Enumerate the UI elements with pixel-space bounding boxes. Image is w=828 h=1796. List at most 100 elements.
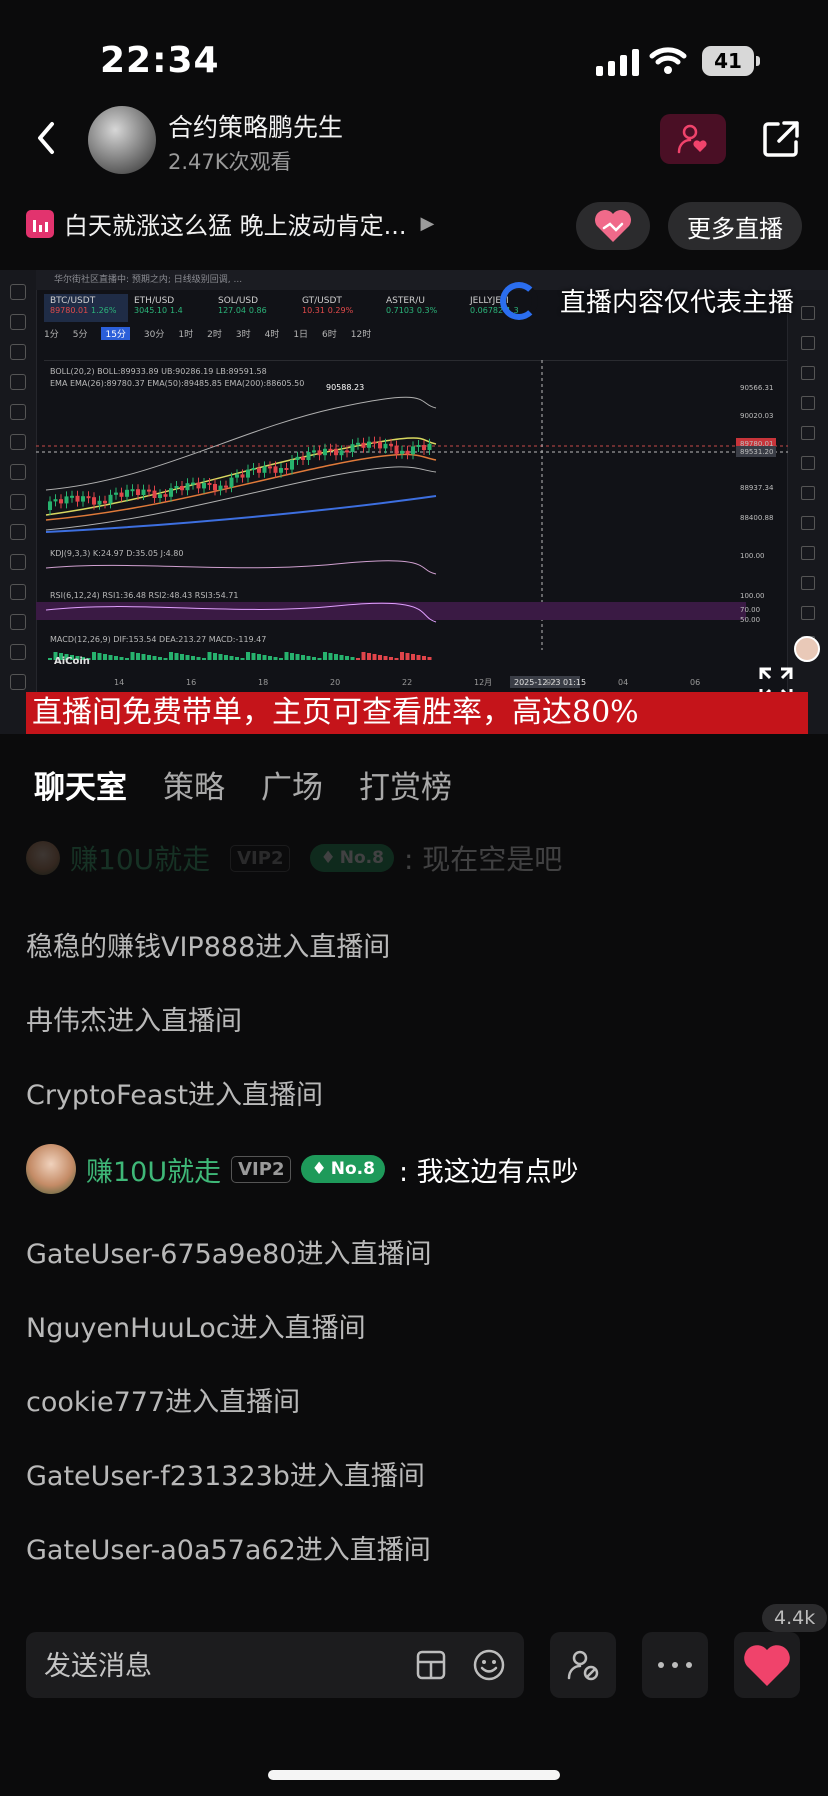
chat-username[interactable]: 赚10U就走 [86, 1150, 221, 1189]
host-name[interactable]: 合约策略鹏先生 [168, 108, 343, 144]
heart-icon [744, 1645, 790, 1686]
macd-bar [350, 657, 355, 660]
pair-tab: BTC/USDT 89780.01 1.26% [44, 294, 128, 322]
indicator-boll: BOLL(20,2) BOLL:89933.89 UB:90286.19 LB:… [50, 367, 267, 376]
follow-button[interactable] [660, 114, 726, 164]
more-dots-icon [658, 1662, 692, 1668]
macd-bar [218, 654, 223, 660]
price-axis-label: 50.00 [740, 616, 760, 624]
timeframe-item: 5分 [72, 329, 88, 340]
ema50-line [45, 453, 437, 521]
candle-body [64, 496, 69, 504]
candle-body [53, 499, 58, 502]
share-button[interactable] [756, 114, 806, 164]
user-settings-button[interactable] [550, 1632, 616, 1698]
candle-body [136, 489, 140, 495]
macd-bar [334, 654, 338, 660]
pair-tab: GT/USDT 10.31 0.29% [296, 294, 380, 322]
timeframe-item: 30分 [143, 329, 165, 340]
timeframe-item: 3时 [235, 329, 251, 340]
tab-chatroom[interactable]: 聊天室 [34, 762, 127, 807]
candle-body [416, 445, 421, 447]
macd-bar [389, 657, 393, 660]
x-tick-label: 12月 [474, 678, 492, 687]
candle-body [158, 494, 162, 498]
host-avatar[interactable] [88, 106, 156, 174]
price-axis-label: 89531.20 [740, 448, 773, 456]
macd-bar [246, 652, 250, 660]
macd-bar [284, 652, 289, 660]
more-live-button[interactable]: 更多直播 [668, 202, 802, 250]
gift-box-icon[interactable] [414, 1648, 448, 1682]
message-input[interactable] [42, 1632, 426, 1700]
macd-bar [422, 656, 426, 660]
macd-bar [345, 656, 349, 660]
pair-change: 1.26% [91, 306, 117, 315]
video-player[interactable]: 华尔街社区直播中: 预期之内; 日线级别回调, ... BTC/USDT 8978… [0, 270, 828, 734]
tab-square[interactable]: 广场 [261, 762, 323, 807]
candle-body [235, 474, 239, 478]
candle-body [163, 494, 168, 497]
tab-tip-ranking[interactable]: 打赏榜 [359, 762, 452, 807]
macd-bar [273, 657, 278, 660]
candle-body [196, 482, 201, 489]
candle-body [119, 492, 124, 497]
candle-body [334, 448, 338, 456]
broadcast-logo-icon [500, 282, 538, 320]
candle-body [125, 489, 129, 497]
macd-bar [114, 656, 118, 660]
faded-chat-message: 赚10U就走 VIP2 ♦ No.8 : 现在空是吧 [26, 838, 562, 878]
macd-bar [191, 656, 195, 660]
more-options-button[interactable] [642, 1632, 708, 1698]
candle-body [356, 442, 360, 445]
macd-bar [235, 657, 239, 660]
rsi-band [36, 602, 746, 620]
macd-bar [97, 653, 102, 660]
pair-name: BTC/USDT [50, 296, 96, 306]
timeframe-item: 2时 [207, 329, 222, 340]
candle-body [174, 486, 179, 489]
message-input-box[interactable] [26, 1632, 524, 1700]
candle-body [218, 485, 223, 491]
macd-bar [268, 656, 272, 660]
timeframe-item: 1日 [293, 329, 309, 340]
macd-bar [427, 657, 432, 660]
candle-body [367, 441, 371, 448]
tab-strategy[interactable]: 策略 [163, 762, 225, 807]
emoji-icon[interactable] [472, 1648, 506, 1682]
streamer-mini-avatar[interactable] [794, 636, 820, 662]
candle-body [147, 489, 151, 492]
candle-body [251, 468, 256, 470]
candle-body [103, 500, 107, 504]
timeframe-item: 6时 [322, 329, 337, 340]
pair-price: 0.06782 [470, 306, 504, 315]
handshake-button[interactable] [576, 202, 650, 250]
back-button[interactable] [32, 118, 60, 169]
kdj-line [45, 560, 437, 575]
macd-bar [163, 658, 168, 660]
candle-body [312, 450, 316, 453]
macd-bar [279, 658, 283, 660]
macd-bar [383, 656, 388, 660]
candle-body [394, 445, 399, 454]
x-axis-ticks: 14 16 18 20 22 12月 02 04 06 [114, 678, 700, 687]
candle-body [306, 452, 311, 460]
stream-title-row[interactable]: 白天就涨这么猛 晚上波动肯定... ▶ [26, 206, 434, 241]
macd-bar [141, 654, 146, 660]
like-button[interactable] [734, 1632, 800, 1698]
content-tabs: 聊天室 策略 广场 打赏榜 [34, 762, 452, 807]
candle-body [81, 496, 85, 502]
price-axis-label: 88400.88 [740, 514, 773, 522]
candle-body [328, 448, 333, 451]
chat-entry: 冉伟杰进入直播间 [26, 1006, 242, 1037]
timeframe-bar: 1分 5分 15分 30分 1时 2时 3时 4时 1日 6时 12时 [44, 324, 788, 342]
macd-bar [317, 658, 322, 660]
indicator-macd: MACD(12,26,9) DIF:153.54 DEA:213.27 MACD… [50, 635, 266, 644]
macd-bar [361, 652, 366, 660]
macd-bar [119, 657, 124, 660]
macd-bar [306, 656, 311, 660]
candle-body [378, 441, 382, 449]
stream-title: 白天就涨这么猛 晚上波动肯定... [64, 212, 407, 240]
macd-bar [180, 654, 184, 660]
user-avatar[interactable] [26, 1144, 76, 1194]
